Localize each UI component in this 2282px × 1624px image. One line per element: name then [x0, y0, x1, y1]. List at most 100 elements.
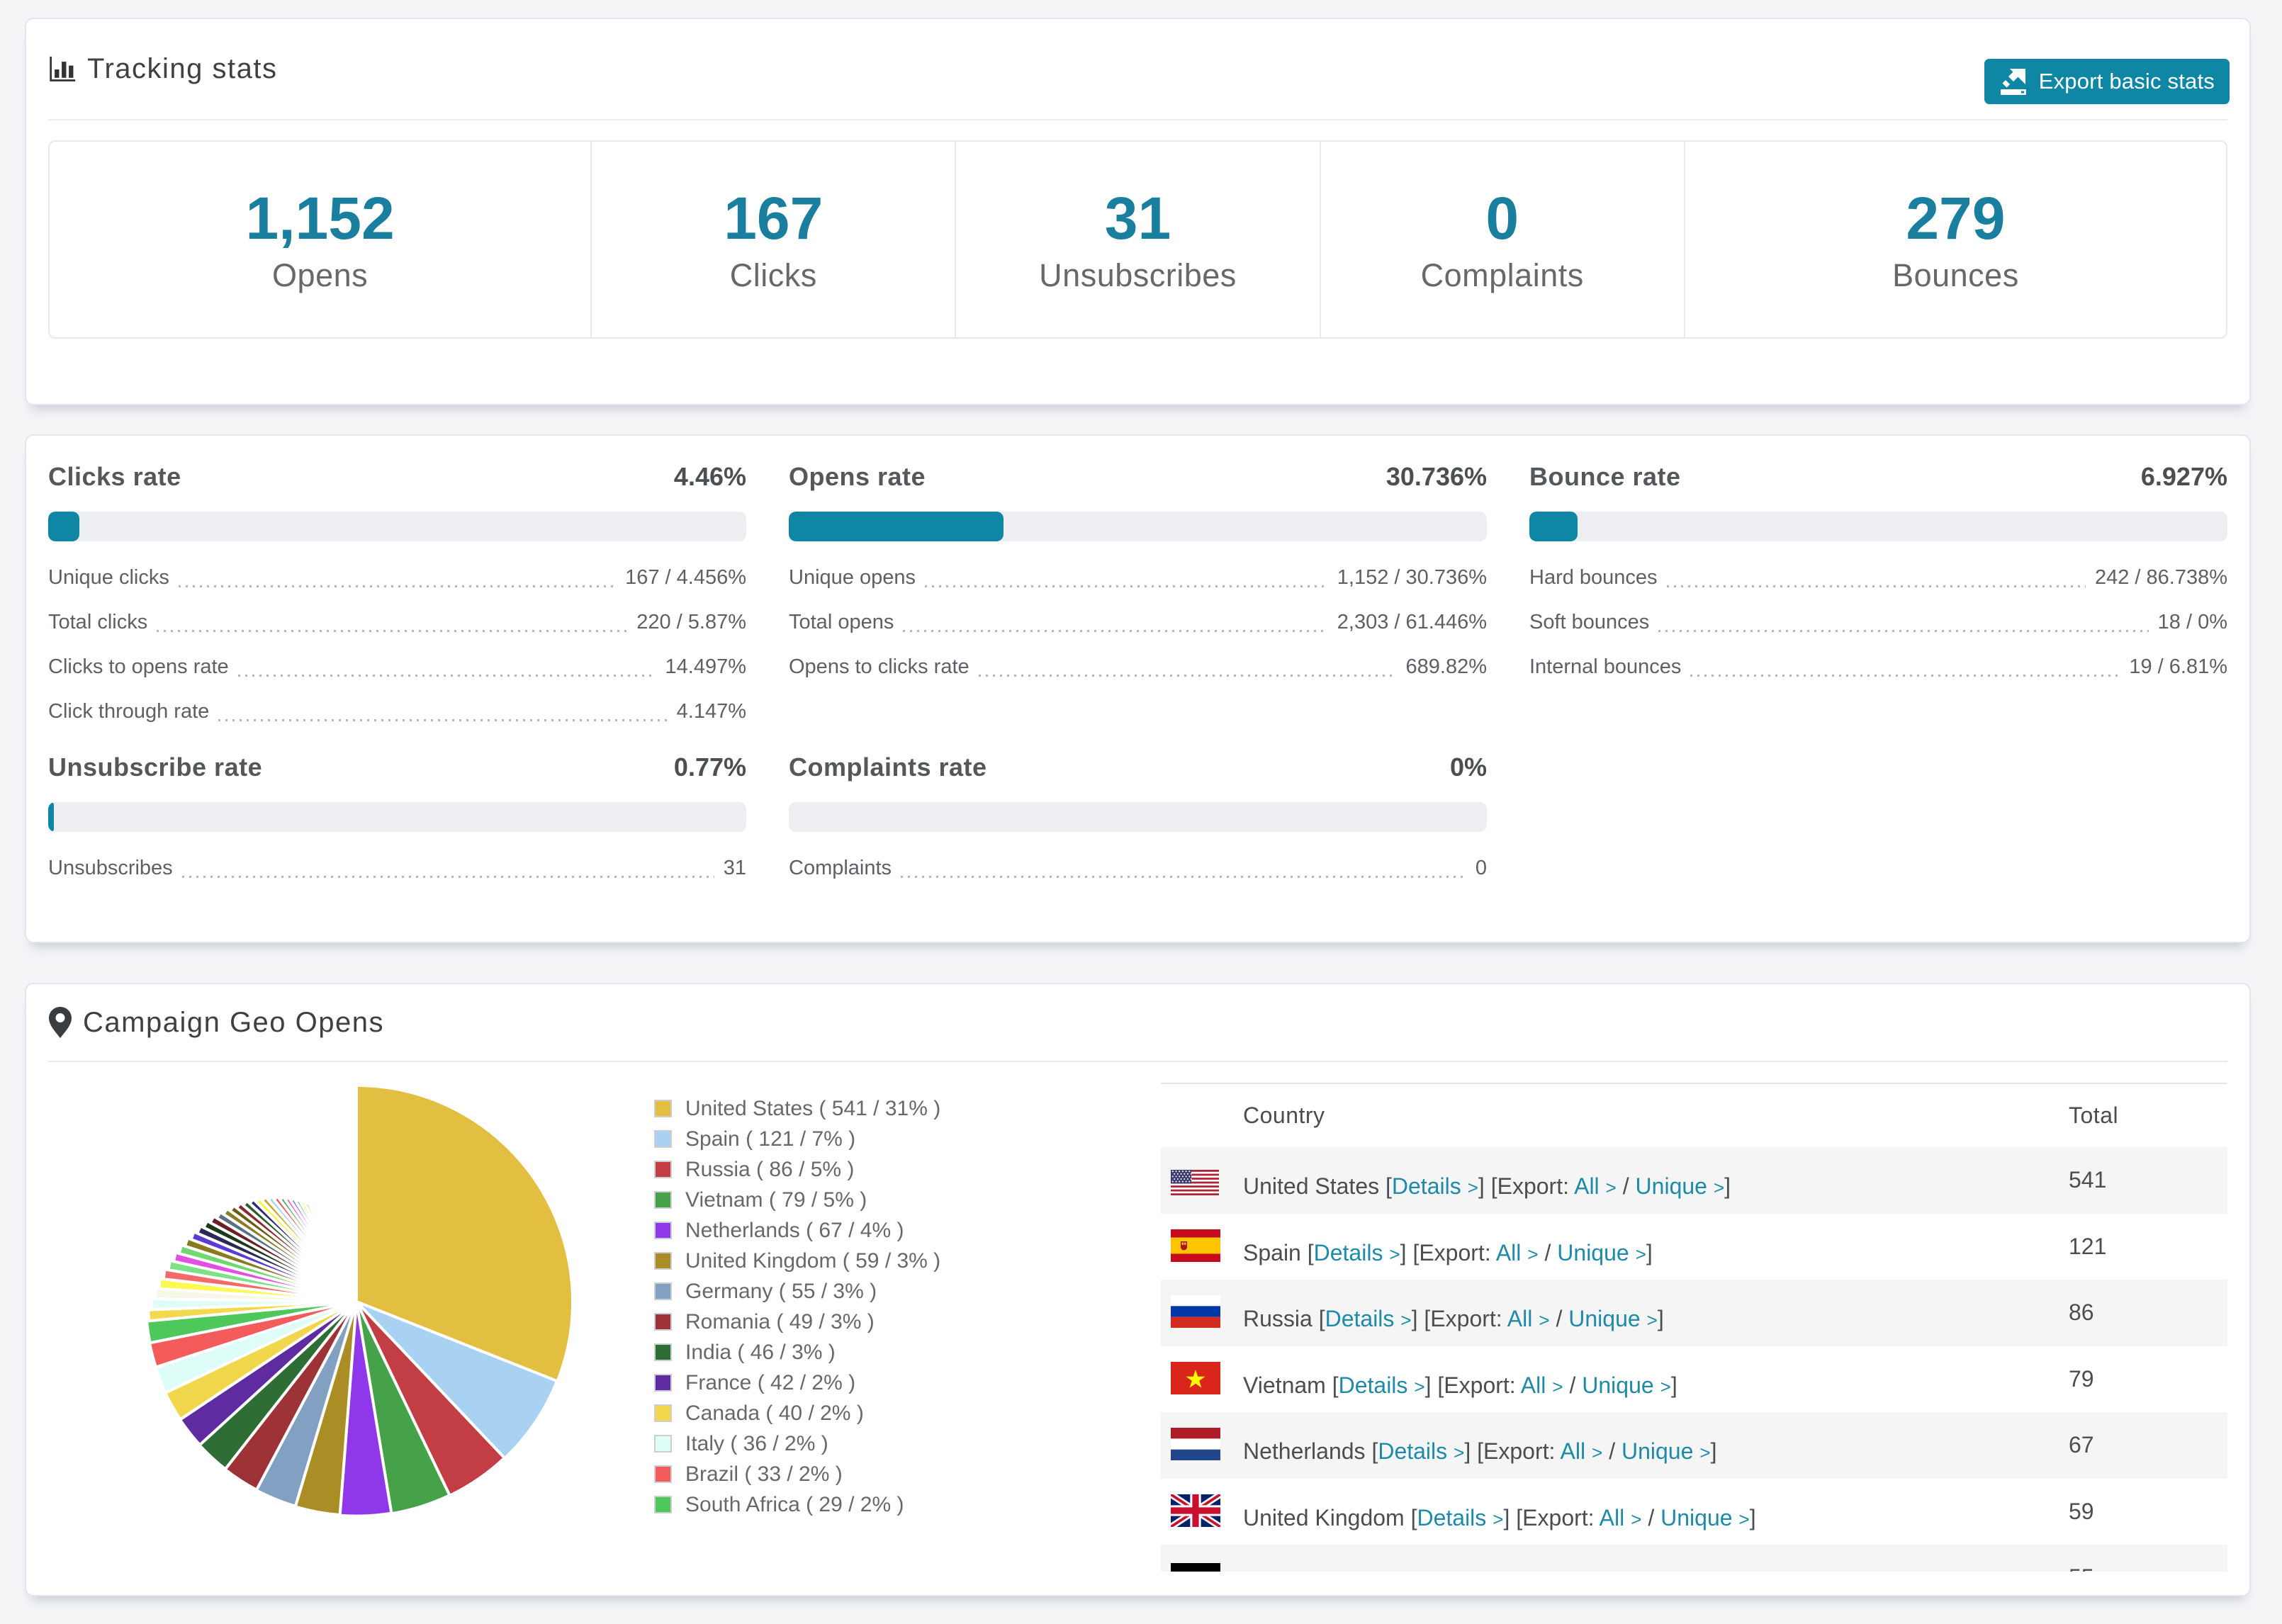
export-all-link[interactable]: All > [1507, 1306, 1550, 1331]
export-all-link[interactable]: All > [1561, 1438, 1603, 1464]
stat-unsubscribes: 31 Unsubscribes [955, 142, 1319, 337]
legend-item[interactable]: United States ( 541 / 31% ) [654, 1093, 940, 1124]
stat-label: Unsubscribes [1039, 256, 1237, 293]
rate-row-value: 1,152 / 30.736% [1337, 566, 1487, 589]
campaign-geo-opens-card: Campaign Geo Opens United States ( 541 /… [25, 983, 2251, 1596]
rate-block-opens-rate: Opens rate 30.736% Unique opens 1,152 / 30.… [789, 461, 1487, 735]
legend-item[interactable]: France ( 42 / 2% ) [654, 1368, 940, 1398]
rate-progress-fill [48, 512, 79, 541]
geo-pie-chart [137, 1082, 576, 1572]
legend-label: India ( 46 / 3% ) [685, 1340, 836, 1364]
country-cell: Russia [Details >] [Export: All > / Uniq… [1161, 1280, 2069, 1346]
legend-item[interactable]: Romania ( 49 / 3% ) [654, 1307, 940, 1337]
rate-row: Total clicks 220 / 5.87% [48, 601, 746, 645]
export-all-link[interactable]: All > [1574, 1173, 1617, 1199]
rate-row-value: 14.497% [665, 655, 747, 678]
rate-row-label: Unique opens [789, 566, 916, 589]
rate-row-label: Unsubscribes [48, 857, 173, 879]
rate-row-label: Opens to clicks rate [789, 655, 969, 678]
campaign-geo-opens-header: Campaign Geo Opens [48, 984, 2227, 1062]
rate-row-value: 242 / 86.738% [2094, 566, 2227, 589]
country-label: United Kingdom [Details >] [Export: All … [1243, 1504, 1756, 1530]
rate-progress-bar [789, 512, 1487, 541]
export-basic-stats-button[interactable]: Export basic stats [1984, 59, 2230, 104]
legend-label: Romania ( 49 / 3% ) [685, 1309, 875, 1333]
total-cell: 86 [2069, 1299, 2094, 1326]
dotted-leader [237, 675, 656, 677]
stat-value: 167 [724, 184, 824, 252]
export-unique-link[interactable]: Unique > [1660, 1505, 1750, 1530]
details-link[interactable]: Details > [1378, 1438, 1464, 1464]
export-all-link[interactable]: All > [1521, 1372, 1563, 1398]
export-unique-link[interactable]: Unique > [1582, 1372, 1671, 1398]
geo-legend: United States ( 541 / 31% ) Spain ( 121 /… [654, 1093, 940, 1572]
legend-label: Germany ( 55 / 3% ) [685, 1279, 877, 1303]
rate-title: Complaints rate [789, 752, 987, 782]
details-link[interactable]: Details > [1314, 1240, 1400, 1265]
table-row-vn: Vietnam [Details >] [Export: All > / Uni… [1161, 1346, 2227, 1413]
rate-progress-fill [1529, 512, 1578, 541]
dotted-leader [924, 585, 1328, 587]
table-row-de: Germany [Details >] [Export: All > / Uni… [1161, 1545, 2227, 1572]
rate-progress-bar [48, 802, 746, 832]
details-link[interactable]: Details > [1392, 1173, 1478, 1199]
dotted-leader [157, 630, 628, 632]
legend-item[interactable]: Germany ( 55 / 3% ) [654, 1276, 940, 1307]
legend-item[interactable]: Italy ( 36 / 2% ) [654, 1428, 940, 1459]
legend-item[interactable]: Netherlands ( 67 / 4% ) [654, 1215, 940, 1246]
country-name: Vietnam [1243, 1372, 1326, 1398]
export-unique-link[interactable]: Unique > [1568, 1306, 1658, 1331]
dotted-leader [903, 630, 1328, 632]
ru-flag-icon [1171, 1295, 1220, 1328]
legend-swatch [654, 1435, 672, 1453]
export-unique-link[interactable]: Unique > [1636, 1173, 1725, 1199]
export-all-link[interactable]: All > [1496, 1240, 1539, 1265]
legend-item[interactable]: South Africa ( 29 / 2% ) [654, 1489, 940, 1520]
rate-block-unsubscribe-rate: Unsubscribe rate 0.77% Unsubscribes 31 [48, 752, 746, 891]
legend-swatch [654, 1252, 672, 1270]
legend-item[interactable]: Spain ( 121 / 7% ) [654, 1124, 940, 1154]
legend-label: Netherlands ( 67 / 4% ) [685, 1218, 904, 1242]
rate-row-label: Total opens [789, 611, 894, 633]
rate-row-label: Unique clicks [48, 566, 169, 589]
legend-item[interactable]: Russia ( 86 / 5% ) [654, 1154, 940, 1185]
legend-item[interactable]: United Kingdom ( 59 / 3% ) [654, 1246, 940, 1276]
nl-flag-icon [1171, 1428, 1220, 1460]
legend-swatch [654, 1465, 672, 1483]
stat-bounces: 279 Bounces [1683, 142, 2226, 337]
legend-item[interactable]: Vietnam ( 79 / 5% ) [654, 1185, 940, 1215]
legend-item[interactable]: Brazil ( 33 / 2% ) [654, 1459, 940, 1489]
legend-item[interactable]: Canada ( 40 / 2% ) [654, 1398, 940, 1428]
rate-row-value: 4.147% [676, 700, 746, 723]
export-all-link[interactable]: All > [1600, 1505, 1642, 1530]
details-link[interactable]: Details > [1325, 1306, 1412, 1331]
table-row-es: Spain [Details >] [Export: All > / Uniqu… [1161, 1214, 2227, 1280]
details-link[interactable]: Details > [1349, 1571, 1435, 1572]
export-unique-link[interactable]: Unique > [1621, 1438, 1711, 1464]
details-link[interactable]: Details > [1417, 1505, 1503, 1530]
stat-label: Opens [272, 256, 369, 293]
rate-row: Soft bounces 18 / 0% [1529, 601, 2227, 645]
legend-item[interactable]: India ( 46 / 3% ) [654, 1337, 940, 1368]
rates-card: Clicks rate 4.46% Unique clicks 167 / 4.456… [25, 434, 2251, 943]
legend-swatch [654, 1130, 672, 1148]
bar-chart-icon [48, 55, 77, 84]
legend-label: France ( 42 / 2% ) [685, 1370, 856, 1394]
rate-row-value: 2,303 / 61.446% [1337, 611, 1487, 633]
legend-label: Brazil ( 33 / 2% ) [685, 1462, 843, 1486]
legend-label: Russia ( 86 / 5% ) [685, 1157, 855, 1181]
rate-progress-bar [48, 512, 746, 541]
total-cell: 67 [2069, 1432, 2094, 1458]
table-row-us: United States [Details >] [Export: All >… [1161, 1147, 2227, 1214]
export-unique-link[interactable]: Unique > [1592, 1571, 1682, 1572]
export-unique-link[interactable]: Unique > [1557, 1240, 1646, 1265]
rate-row: Unsubscribes 31 [48, 847, 746, 891]
country-cell: United States [Details >] [Export: All >… [1161, 1147, 2069, 1214]
map-pin-icon [48, 1006, 72, 1039]
stat-value: 31 [1104, 184, 1171, 252]
details-link[interactable]: Details > [1339, 1372, 1425, 1398]
de-flag-icon [1171, 1563, 1220, 1572]
country-label: Germany [Details >] [Export: All > / Uni… [1243, 1571, 1688, 1572]
export-all-link[interactable]: All > [1531, 1571, 1574, 1572]
rate-value: 0% [1449, 752, 1487, 782]
